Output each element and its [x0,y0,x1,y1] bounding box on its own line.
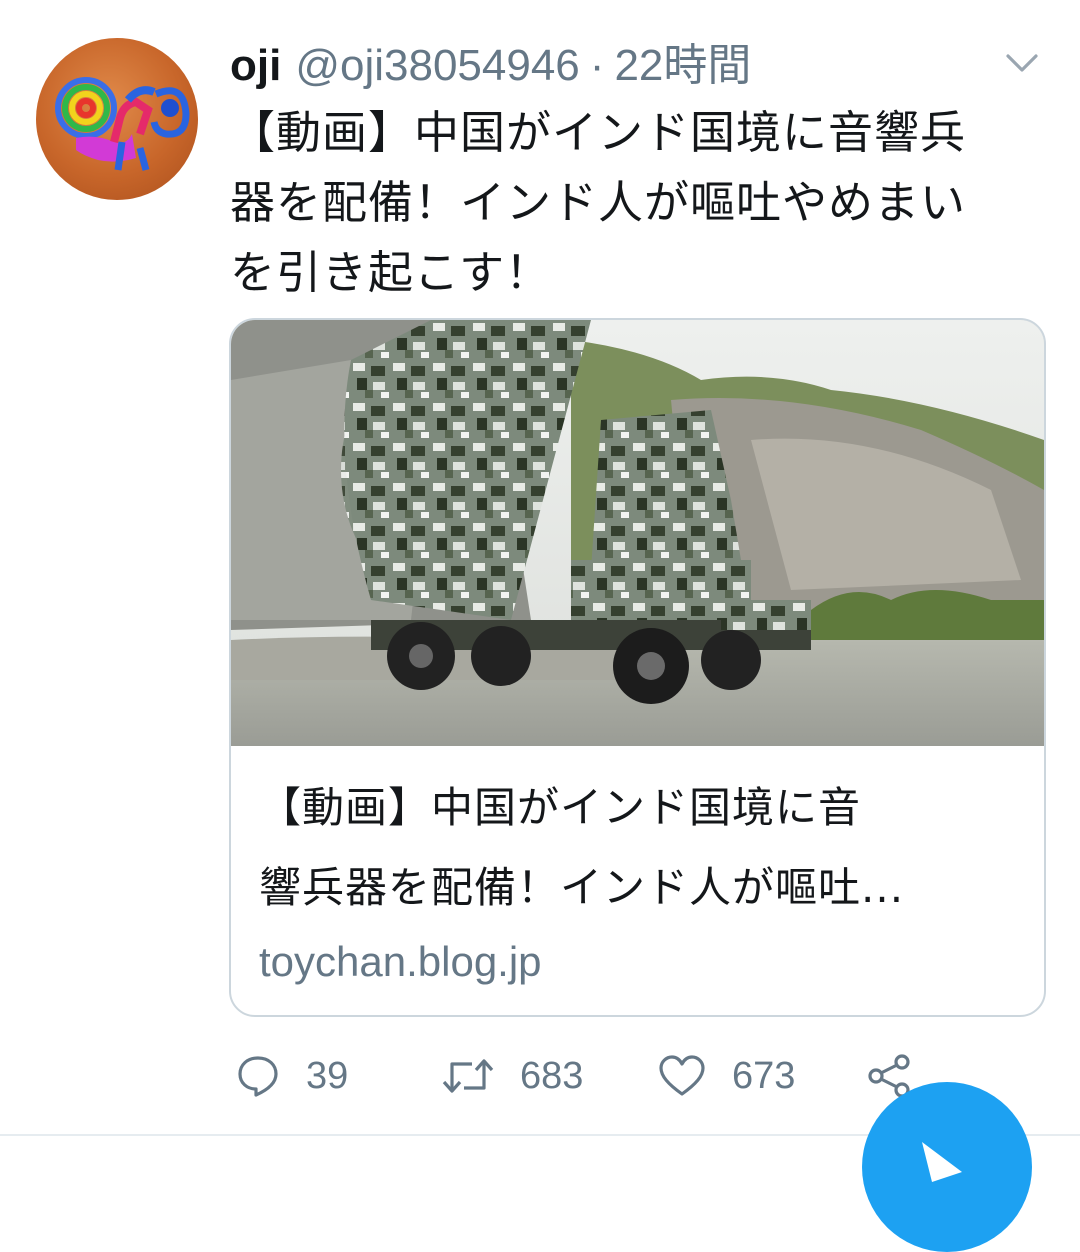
separator-dot: · [589,41,605,90]
reply-button[interactable]: 39 [236,1046,348,1106]
reply-count: 39 [306,1054,349,1097]
truck-photo [231,320,1044,746]
compose-icon [922,1142,962,1182]
avatar[interactable] [36,38,198,200]
tweet[interactable]: oji @oji38054946 · 22時間 【動画】中国がインド国境に音響兵… [0,0,1080,1252]
card-image[interactable] [231,320,1044,746]
card-body: 【動画】中国がインド国境に音 響兵器を配備！インド人が嘔吐... toychan… [259,768,1019,992]
compose-button[interactable] [862,1082,1032,1252]
tweet-text-line: を引き起こす！ [230,246,552,299]
retweet-button[interactable]: 683 [442,1046,583,1106]
avatar-art-icon [55,77,190,171]
tweet-text-line: 【動画】中国がインド国境に音響兵 [230,106,967,159]
user-handle[interactable]: @oji38054946 [295,36,579,96]
heart-icon [659,1055,705,1096]
card-title-line: 【動画】中国がインド国境に音 [259,783,862,832]
tweet-text-line: 器を配備！インド人が嘔吐やめまい [230,176,967,229]
like-button[interactable]: 673 [658,1046,795,1106]
reply-icon [238,1056,278,1097]
card-title: 【動画】中国がインド国境に音 響兵器を配備！インド人が嘔吐... [259,768,1019,928]
link-card[interactable]: 【動画】中国がインド国境に音 響兵器を配備！インド人が嘔吐... toychan… [229,318,1046,1017]
tweet-timestamp[interactable]: 22時間 [614,36,751,96]
retweet-icon [442,1059,494,1093]
card-domain: toychan.blog.jp [259,938,542,985]
display-name[interactable]: oji [230,36,281,96]
tweet-actions: 39 683 673 [230,1046,950,1106]
tweet-header: oji @oji38054946 · 22時間 [230,36,751,96]
retweet-count: 683 [520,1054,584,1097]
chevron-down-icon[interactable] [1004,48,1040,76]
tweet-text: 【動画】中国がインド国境に音響兵 器を配備！インド人が嘔吐やめまい を引き起こす… [230,98,1050,308]
card-title-line: 響兵器を配備！インド人が嘔吐... [259,863,905,912]
like-count: 673 [732,1054,796,1097]
